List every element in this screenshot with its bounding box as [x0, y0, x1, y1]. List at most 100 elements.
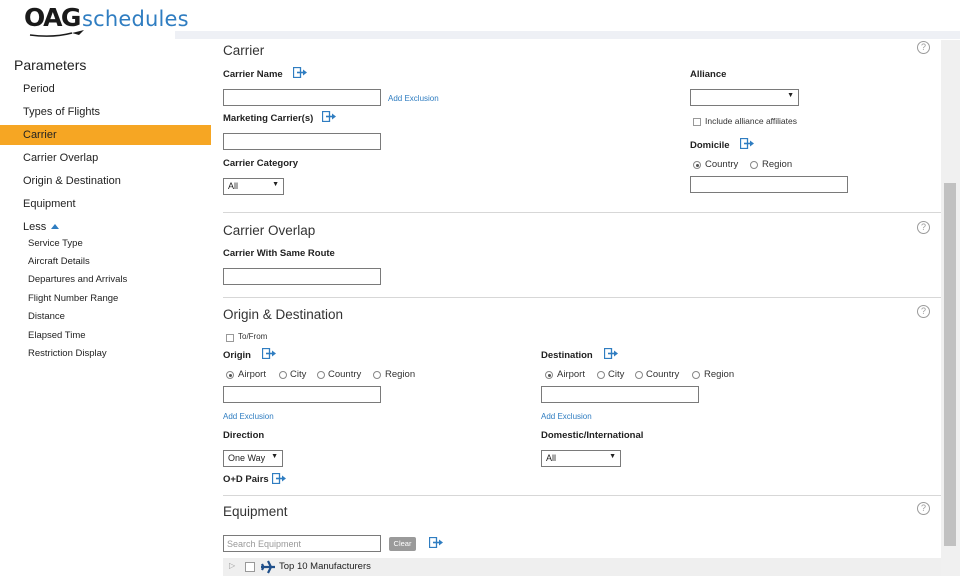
to-from-label: To/From — [238, 332, 268, 341]
domicile-country-radio[interactable] — [693, 161, 701, 169]
export-icon[interactable] — [293, 67, 308, 78]
top-manufacturers-checkbox[interactable] — [245, 562, 255, 572]
search-equipment-input[interactable] — [223, 535, 381, 552]
destination-airport-radio[interactable] — [545, 371, 553, 379]
sidebar-subitem-elapsed-time[interactable]: Elapsed Time — [28, 329, 86, 343]
sidebar-subitem-distance[interactable]: Distance — [28, 310, 65, 324]
section-divider — [223, 495, 941, 496]
marketing-carrier-label: Marketing Carrier(s) — [223, 113, 314, 124]
origin-region-label: Region — [385, 369, 416, 380]
top-manufacturers-tree-row[interactable]: ▷ Top 10 Manufacturers — [223, 558, 941, 576]
destination-label: Destination — [541, 350, 593, 361]
section-title-equipment: Equipment — [223, 504, 288, 519]
carrier-add-exclusion-link[interactable]: Add Exclusion — [388, 94, 439, 103]
sidebar-subitem-aircraft-details[interactable]: Aircraft Details — [28, 255, 90, 269]
parameters-sidebar: Parameters Period Types of Flights Carri… — [0, 40, 211, 576]
domicile-input[interactable] — [690, 176, 848, 193]
destination-region-radio[interactable] — [692, 371, 700, 379]
sidebar-item-less[interactable]: Less — [0, 217, 211, 237]
export-icon[interactable] — [322, 111, 337, 122]
top-manufacturers-label: Top 10 Manufacturers — [279, 561, 371, 572]
carrier-name-label: Carrier Name — [223, 69, 283, 80]
sidebar-title: Parameters — [14, 57, 87, 73]
export-icon[interactable] — [429, 537, 444, 548]
sidebar-item-period[interactable]: Period — [0, 79, 211, 99]
help-icon[interactable]: ? — [917, 502, 930, 515]
domicile-label: Domicile — [690, 140, 730, 151]
destination-add-exclusion-link[interactable]: Add Exclusion — [541, 412, 592, 421]
destination-city-label: City — [608, 369, 625, 380]
domestic-international-label: Domestic/International — [541, 430, 644, 441]
origin-add-exclusion-link[interactable]: Add Exclusion — [223, 412, 274, 421]
carrier-category-value: All — [228, 181, 239, 191]
oag-logo[interactable]: OAG schedules — [24, 3, 189, 37]
origin-city-radio[interactable] — [279, 371, 287, 379]
direction-value: One Way — [228, 453, 266, 463]
sidebar-item-carrier[interactable]: Carrier — [0, 125, 211, 145]
sidebar-subitem-service-type[interactable]: Service Type — [28, 237, 83, 251]
dropdown-arrow-icon: ▼ — [271, 453, 278, 460]
carrier-same-route-input[interactable] — [223, 268, 381, 285]
origin-country-radio[interactable] — [317, 371, 325, 379]
help-icon[interactable]: ? — [917, 41, 930, 54]
export-icon[interactable] — [272, 473, 287, 484]
section-divider — [223, 297, 941, 298]
dropdown-arrow-icon: ▼ — [272, 181, 279, 188]
include-affiliates-checkbox[interactable] — [693, 118, 701, 126]
domicile-region-radio[interactable] — [750, 161, 758, 169]
airplane-icon — [261, 560, 275, 574]
expand-triangle-icon[interactable]: ▷ — [229, 561, 235, 570]
destination-region-label: Region — [704, 369, 735, 380]
sidebar-item-types-of-flights[interactable]: Types of Flights — [0, 102, 211, 122]
export-icon[interactable] — [262, 348, 277, 359]
header-strip — [175, 31, 960, 39]
origin-input[interactable] — [223, 386, 381, 403]
direction-select[interactable]: One Way ▼ — [223, 450, 283, 467]
domicile-region-label: Region — [762, 159, 793, 170]
origin-airport-radio[interactable] — [226, 371, 234, 379]
origin-country-label: Country — [328, 369, 362, 380]
section-title-origin-destination: Origin & Destination — [223, 307, 344, 322]
carrier-name-input[interactable] — [223, 89, 381, 106]
domicile-country-label: Country — [705, 159, 739, 170]
alliance-select[interactable]: ▼ — [690, 89, 799, 106]
sidebar-subitem-restriction-display[interactable]: Restriction Display — [28, 347, 107, 361]
sidebar-item-label: Less — [23, 221, 47, 233]
dropdown-arrow-icon: ▼ — [609, 453, 616, 460]
destination-city-radio[interactable] — [597, 371, 605, 379]
destination-country-radio[interactable] — [635, 371, 643, 379]
help-icon[interactable]: ? — [917, 221, 930, 234]
help-icon[interactable]: ? — [917, 305, 930, 318]
export-icon[interactable] — [740, 138, 755, 149]
sidebar-item-carrier-overlap[interactable]: Carrier Overlap — [0, 148, 211, 168]
carrier-same-route-label: Carrier With Same Route — [223, 248, 335, 259]
destination-input[interactable] — [541, 386, 699, 403]
carrier-category-select[interactable]: All ▼ — [223, 178, 284, 195]
domestic-international-value: All — [546, 453, 557, 463]
sidebar-subitem-departures-arrivals[interactable]: Departures and Arrivals — [28, 273, 127, 287]
direction-label: Direction — [223, 430, 265, 441]
alliance-label: Alliance — [690, 69, 727, 80]
to-from-checkbox[interactable] — [226, 334, 234, 342]
section-divider — [223, 212, 941, 213]
plane-swoosh-icon — [29, 30, 84, 37]
sidebar-subitem-flight-number-range[interactable]: Flight Number Range — [28, 292, 118, 306]
destination-airport-label: Airport — [557, 369, 585, 380]
sidebar-item-label: Period — [23, 83, 55, 95]
section-title-carrier-overlap: Carrier Overlap — [223, 223, 316, 238]
carrier-category-label: Carrier Category — [223, 158, 298, 169]
marketing-carrier-input[interactable] — [223, 133, 381, 150]
origin-city-label: City — [290, 369, 307, 380]
section-title-carrier: Carrier — [223, 43, 265, 58]
sidebar-item-label: Carrier — [23, 129, 57, 141]
sidebar-item-label: Types of Flights — [23, 106, 101, 118]
header: OAG schedules — [0, 0, 960, 39]
sidebar-item-equipment[interactable]: Equipment — [0, 194, 211, 214]
export-icon[interactable] — [604, 348, 619, 359]
dropdown-arrow-icon: ▼ — [787, 92, 794, 99]
origin-region-radio[interactable] — [373, 371, 381, 379]
domestic-international-select[interactable]: All ▼ — [541, 450, 621, 467]
sidebar-item-origin-destination[interactable]: Origin & Destination — [0, 171, 211, 191]
scrollbar-thumb[interactable] — [944, 183, 956, 546]
clear-button[interactable]: Clear — [389, 537, 416, 551]
